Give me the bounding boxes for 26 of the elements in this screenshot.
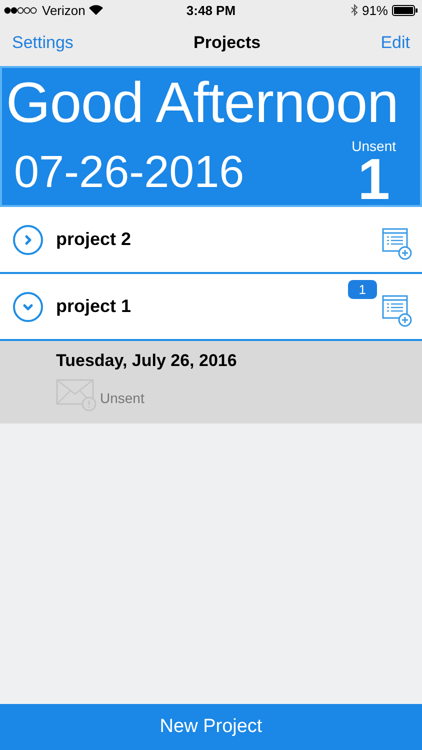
unsent-count: 1 — [358, 154, 390, 205]
add-list-icon[interactable] — [382, 294, 412, 326]
screen-title: Projects — [194, 33, 261, 53]
wifi-icon — [89, 5, 104, 15]
carrier-name: Verizon — [42, 2, 86, 18]
new-project-button[interactable]: New Project — [0, 704, 422, 750]
settings-link[interactable]: Settings — [12, 33, 74, 53]
project-name: project 2 — [56, 229, 132, 250]
unsent-badge: 1 — [348, 280, 377, 299]
date-text: 07-26-2016 — [14, 146, 244, 198]
unsent-label: Unsent — [352, 138, 396, 154]
expand-icon[interactable] — [12, 224, 44, 256]
add-list-icon[interactable] — [382, 228, 412, 260]
edit-link[interactable]: Edit — [380, 33, 410, 53]
project-name: project 1 — [56, 296, 132, 317]
collapse-icon[interactable] — [12, 290, 44, 322]
clock-time: 3:48 PM — [186, 2, 236, 18]
bluetooth-icon — [350, 4, 358, 16]
battery-percent: 91% — [362, 2, 388, 18]
status-text: Unsent — [100, 390, 144, 406]
signal-icon — [4, 6, 38, 14]
greeting-text: Good Afternoon — [6, 70, 400, 137]
project-row[interactable]: project 2 — [0, 207, 422, 274]
entry-date: Tuesday, July 26, 2016 — [56, 351, 238, 371]
project-row[interactable]: project 1 1 — [0, 274, 422, 341]
battery-icon — [392, 4, 418, 16]
